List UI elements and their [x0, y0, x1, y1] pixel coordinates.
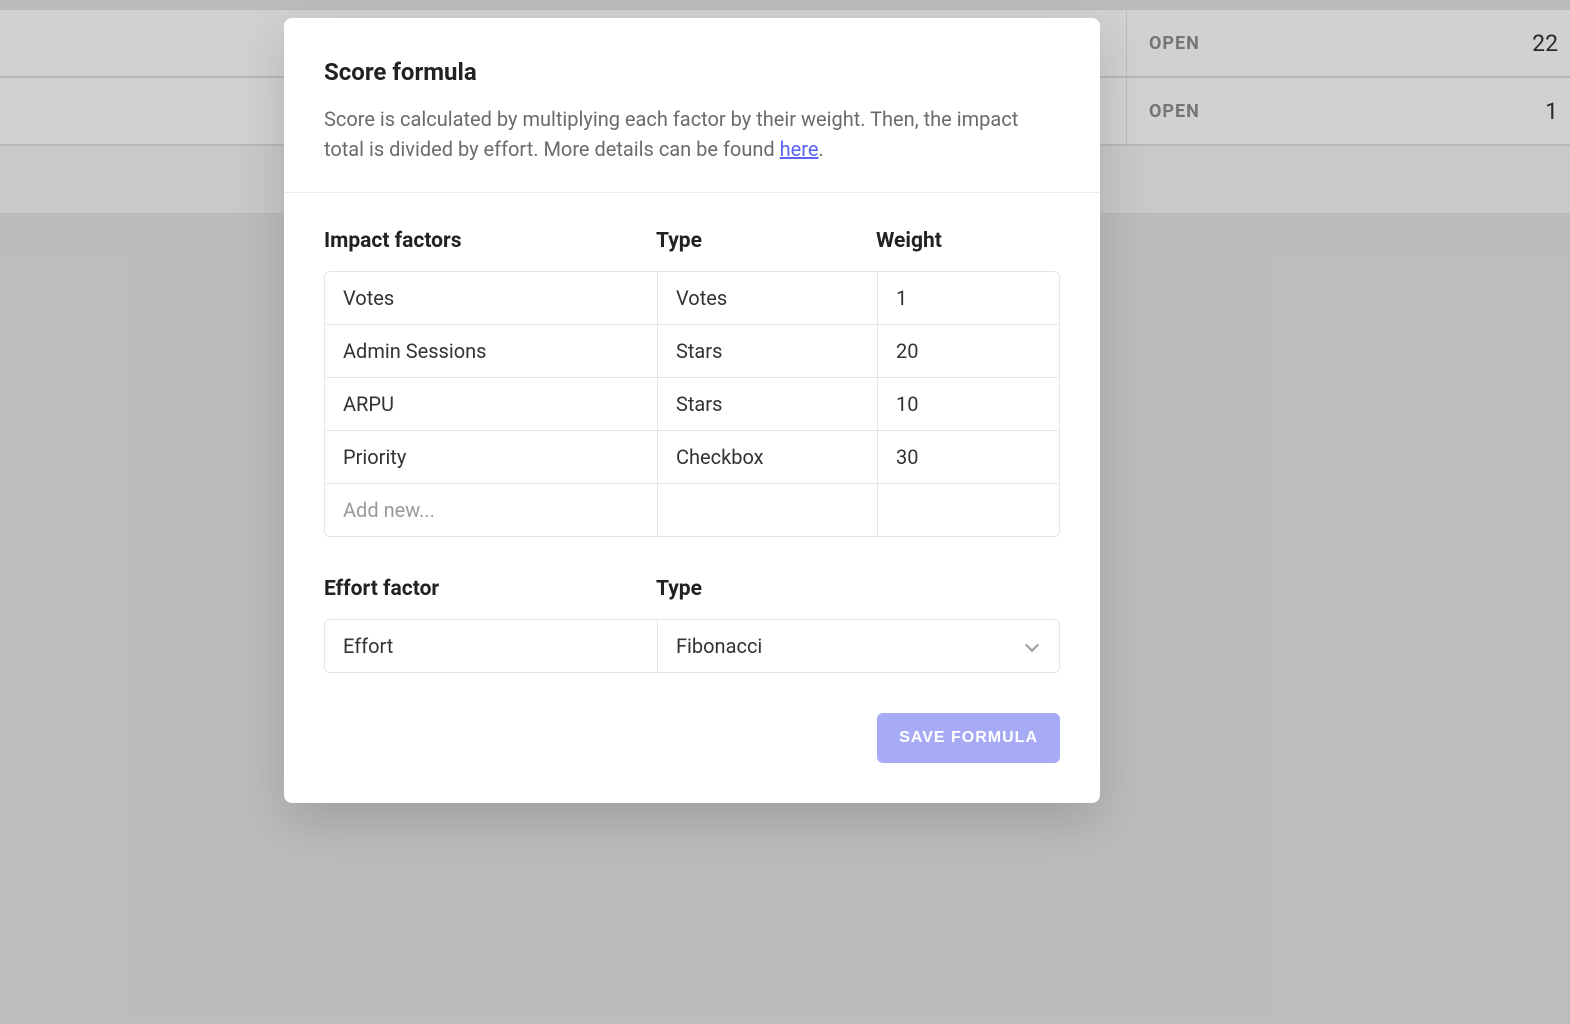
- effort-header-name: Effort factor: [324, 577, 656, 601]
- impact-header-weight: Weight: [876, 229, 1060, 253]
- add-factor-weight[interactable]: [877, 484, 1059, 536]
- impact-header-type: Type: [656, 229, 876, 253]
- factor-name[interactable]: ARPU: [325, 378, 657, 430]
- factor-type[interactable]: Checkbox: [657, 431, 877, 483]
- score-formula-modal: Score formula Score is calculated by mul…: [284, 18, 1100, 803]
- effort-headers: Effort factor Type: [324, 577, 1060, 601]
- add-factor-type[interactable]: [657, 484, 877, 536]
- factor-name[interactable]: Votes: [325, 272, 657, 324]
- impact-factor-row[interactable]: Votes Votes 1: [325, 272, 1059, 324]
- details-link[interactable]: here: [780, 137, 819, 161]
- modal-description-text: Score is calculated by multiplying each …: [324, 107, 1018, 161]
- effort-type-value: Fibonacci: [676, 634, 762, 658]
- add-factor-input[interactable]: Add new...: [325, 484, 657, 536]
- factor-weight[interactable]: 30: [877, 431, 1059, 483]
- factor-name[interactable]: Priority: [325, 431, 657, 483]
- save-formula-button[interactable]: SAVE FORMULA: [877, 713, 1060, 763]
- factor-weight[interactable]: 20: [877, 325, 1059, 377]
- factor-weight[interactable]: 1: [877, 272, 1059, 324]
- impact-factors-table: Votes Votes 1 Admin Sessions Stars 20 AR…: [324, 271, 1060, 537]
- impact-factor-row[interactable]: Admin Sessions Stars 20: [325, 324, 1059, 377]
- modal-description-post: .: [818, 137, 823, 161]
- factor-weight[interactable]: 10: [877, 378, 1059, 430]
- effort-header-type: Type: [656, 577, 1060, 601]
- factor-name[interactable]: Admin Sessions: [325, 325, 657, 377]
- modal-body: Impact factors Type Weight Votes Votes 1…: [284, 193, 1100, 673]
- modal-title: Score formula: [324, 58, 1060, 86]
- effort-name[interactable]: Effort: [325, 620, 657, 672]
- impact-factor-row[interactable]: ARPU Stars 10: [325, 377, 1059, 430]
- modal-footer: SAVE FORMULA: [284, 673, 1100, 763]
- factor-type[interactable]: Stars: [657, 325, 877, 377]
- impact-factor-row[interactable]: Priority Checkbox 30: [325, 430, 1059, 483]
- impact-header-name: Impact factors: [324, 229, 656, 253]
- impact-headers: Impact factors Type Weight: [324, 229, 1060, 253]
- modal-overlay[interactable]: Score formula Score is calculated by mul…: [0, 0, 1570, 1024]
- factor-type[interactable]: Stars: [657, 378, 877, 430]
- effort-section: Effort factor Type Effort Fibonacci: [324, 577, 1060, 673]
- factor-type[interactable]: Votes: [657, 272, 877, 324]
- chevron-down-icon: [1025, 638, 1041, 654]
- add-factor-row[interactable]: Add new...: [325, 483, 1059, 536]
- modal-header: Score formula Score is calculated by mul…: [284, 18, 1100, 193]
- effort-table: Effort Fibonacci: [324, 619, 1060, 673]
- modal-description: Score is calculated by multiplying each …: [324, 104, 1060, 164]
- effort-type-select[interactable]: Fibonacci: [657, 620, 1059, 672]
